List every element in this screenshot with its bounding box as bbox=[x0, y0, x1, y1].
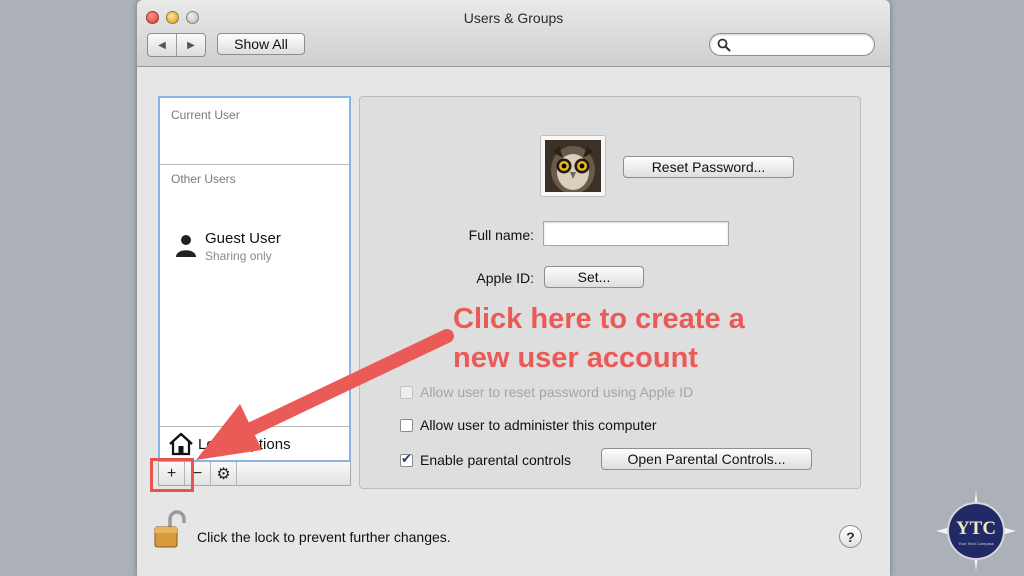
person-icon bbox=[176, 235, 196, 257]
apple-id-label: Apple ID: bbox=[476, 270, 534, 286]
full-name-label: Full name: bbox=[468, 227, 534, 243]
parental-controls-checkbox[interactable] bbox=[400, 451, 413, 467]
set-apple-id-button[interactable]: Set... bbox=[544, 266, 644, 288]
users-groups-window: Users & Groups ◀ ▶ Show All Current User… bbox=[137, 0, 890, 576]
open-parental-controls-button[interactable]: Open Parental Controls... bbox=[601, 448, 812, 470]
divider bbox=[160, 426, 349, 427]
show-all-button[interactable]: Show All bbox=[217, 33, 305, 55]
checkbox-label: Allow user to administer this computer bbox=[420, 417, 657, 433]
back-button[interactable]: ◀ bbox=[148, 34, 176, 56]
user-subtitle: Sharing only bbox=[205, 249, 272, 263]
callout-line: new user account bbox=[453, 342, 698, 374]
search-icon bbox=[717, 38, 731, 52]
search-field[interactable] bbox=[709, 33, 875, 56]
checkbox-label: Allow user to reset password using Apple… bbox=[420, 384, 694, 400]
user-avatar[interactable] bbox=[540, 135, 606, 197]
user-name: Guest User bbox=[205, 230, 281, 247]
current-user-heading: Current User bbox=[171, 108, 240, 122]
lock-message: Click the lock to prevent further change… bbox=[197, 529, 451, 545]
list-item-guest-user[interactable]: Guest User Sharing only bbox=[174, 230, 344, 263]
logo-subtitle: Your Tech Compass bbox=[958, 541, 994, 546]
login-options-item[interactable]: Login Options bbox=[168, 432, 346, 458]
add-button-highlight bbox=[150, 458, 194, 492]
nav-back-forward: ◀ ▶ bbox=[147, 33, 206, 57]
administer-computer-checkbox[interactable] bbox=[400, 418, 413, 432]
reset-password-apple-id-checkbox[interactable] bbox=[400, 385, 413, 399]
administer-computer-checkbox-row[interactable]: Allow user to administer this computer bbox=[400, 416, 657, 434]
owl-picture bbox=[545, 140, 601, 192]
lock-open-icon[interactable] bbox=[152, 510, 188, 550]
divider bbox=[160, 164, 349, 165]
reset-password-button[interactable]: Reset Password... bbox=[623, 156, 794, 178]
callout-line: Click here to create a bbox=[453, 303, 745, 335]
login-options-label: Login Options bbox=[198, 436, 291, 453]
user-list: Current User Other Users Guest User Shar… bbox=[158, 96, 351, 462]
help-button[interactable]: ? bbox=[839, 525, 862, 548]
parental-controls-checkbox-row[interactable]: Enable parental controls bbox=[400, 451, 571, 469]
user-details-panel: Reset Password... Full name: Apple ID: S… bbox=[359, 96, 861, 489]
gear-icon[interactable]: ⚙ bbox=[211, 462, 237, 485]
forward-button[interactable]: ▶ bbox=[176, 34, 205, 56]
house-icon bbox=[169, 432, 193, 456]
logo-text: YTC bbox=[955, 518, 997, 539]
footer-bar: Click the lock to prevent further change… bbox=[137, 500, 890, 576]
window-title: Users & Groups bbox=[463, 10, 564, 26]
search-input[interactable] bbox=[736, 37, 870, 54]
reset-password-apple-id-checkbox-row[interactable]: Allow user to reset password using Apple… bbox=[400, 383, 693, 401]
checkbox-label: Enable parental controls bbox=[420, 452, 571, 468]
full-name-field[interactable] bbox=[543, 221, 729, 246]
other-users-heading: Other Users bbox=[171, 172, 236, 186]
titlebar: Users & Groups ◀ ▶ Show All bbox=[137, 0, 890, 67]
tutorial-callout-text: Click here to create a new user account bbox=[453, 300, 745, 378]
